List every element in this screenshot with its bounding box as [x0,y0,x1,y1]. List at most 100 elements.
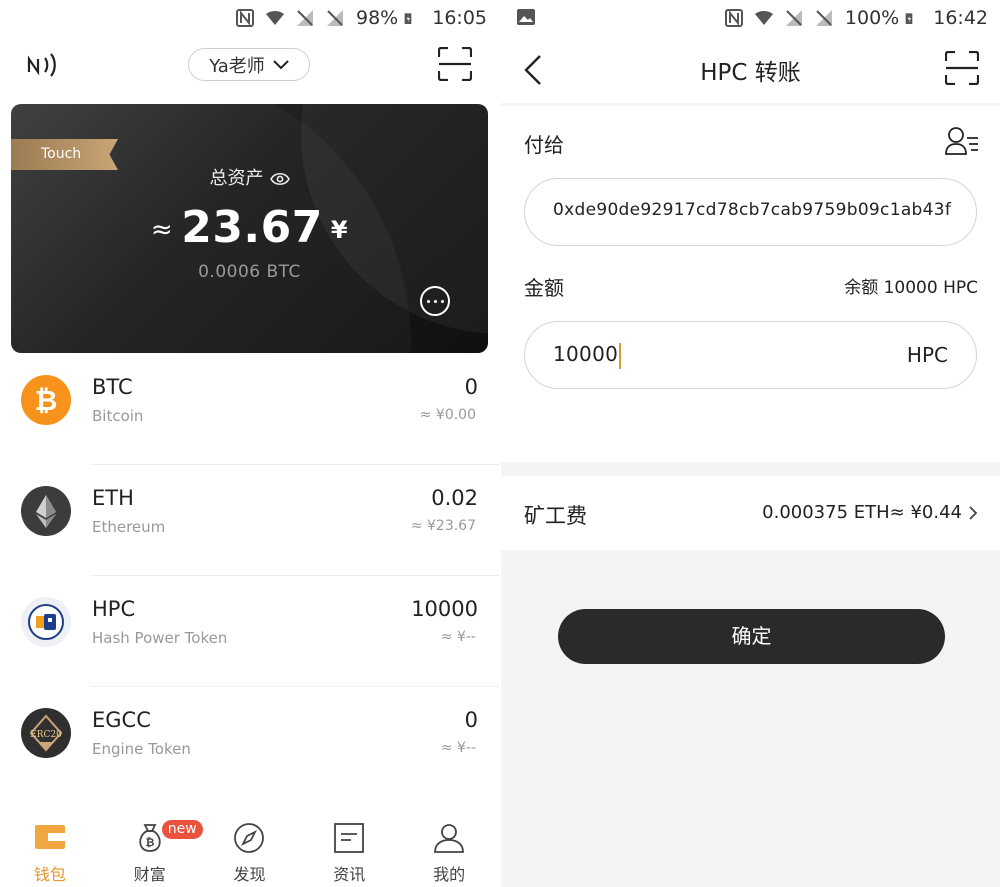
nav-label: 资讯 [333,865,366,884]
amount-label: 金额 [524,276,564,300]
account-switcher[interactable]: Ya老师 [188,48,310,81]
chevron-right-icon [969,506,978,520]
amount-input[interactable]: 10000 HPC [524,321,977,389]
fee-label: 矿工费 [524,504,587,528]
nav-wealth[interactable]: ₿ new 财富 [100,800,203,887]
nav-profile[interactable]: 我的 [399,800,499,887]
scan-icon[interactable] [438,47,472,81]
svg-text:₿: ₿ [35,384,58,417]
status-bar: 98% 16:05 [0,0,499,36]
total-assets-value: ≈23.67 ¥ [11,202,488,253]
coin-balance: 10000 [411,597,478,621]
coin-fiat-value: ≈ ¥0.00 [419,407,476,423]
total-value: 23.67 [181,202,323,253]
nav-label: 发现 [233,865,266,884]
divider [90,464,499,465]
coin-row-hpc[interactable]: HPC Hash Power Token 10000 ≈ ¥-- [0,577,499,687]
ethereum-icon [21,486,71,536]
battery-percent: 98% [356,7,399,29]
divider [90,686,499,687]
bitcoin-icon: ₿ [21,375,71,425]
contacts-icon[interactable] [945,126,979,156]
currency-symbol: ¥ [330,216,349,244]
account-name: Ya老师 [209,55,265,77]
wallet-screen: 98% 16:05 Ya老师 Touch 总资产 ≈23.67 ¥ 0.0006… [0,0,499,887]
bottom-nav: 钱包 ₿ new 财富 发现 资讯 我的 [0,800,499,887]
nav-label: 我的 [433,865,466,884]
hpc-icon [21,597,71,647]
coin-name: Bitcoin [92,407,144,425]
approx-sign: ≈ [150,215,174,245]
compass-icon [234,823,265,853]
total-btc-value: 0.0006 BTC [198,262,301,282]
amount-field: 10000 [553,342,622,369]
nfc-icon[interactable] [26,50,64,80]
transfer-header: 100% 16:42 HPC 转账 [501,0,1000,103]
divider [90,575,499,576]
nav-label: 钱包 [33,865,66,884]
wallet-icon [34,825,65,849]
nav-discover[interactable]: 发现 [200,800,300,887]
amount-unit: HPC [906,343,948,367]
coin-fiat-value: ≈ ¥-- [440,629,476,645]
no-signal-icon [815,10,832,26]
total-assets-card[interactable]: Touch 总资产 ≈23.67 ¥ 0.0006 BTC [11,104,488,353]
coin-symbol: HPC [92,597,136,621]
nfc-status-icon [724,9,743,27]
text-cursor [619,342,622,369]
erc20-icon: ERC20 [21,708,71,758]
no-signal-icon [785,10,802,26]
amount-value: 10000 [553,342,619,366]
transfer-screen: 100% 16:42 HPC 转账 付给 0xde90de92917cd78cb… [501,0,1000,887]
total-assets-text: 总资产 [209,168,264,189]
status-time: 16:42 [933,7,988,29]
battery-percent: 100% [844,7,900,29]
address-value: 0xde90de92917cd78cb7cab9759b09c1ab43f [553,200,952,220]
profile-icon [434,824,464,853]
nav-news[interactable]: 资讯 [299,800,399,887]
nfc-status-icon [236,9,254,27]
no-signal-icon [297,10,313,26]
coin-fiat-value: ≈ ¥23.67 [410,518,476,534]
nav-wallet[interactable]: 钱包 [0,800,100,887]
miner-fee-row[interactable]: 矿工费 0.000375 ETH≈ ¥0.44 [501,476,1000,550]
coin-name: Ethereum [92,518,166,536]
coin-symbol: EGCC [92,708,151,732]
balance-label: 余额 10000 HPC [844,278,978,298]
coin-symbol: BTC [92,375,133,399]
page-title: HPC 转账 [700,60,801,86]
total-assets-label: 总资产 [11,164,488,190]
coin-row-btc[interactable]: ₿ BTC Bitcoin 0 ≈ ¥0.00 [0,355,499,465]
coin-balance: 0 [464,375,478,399]
image-notification-icon [517,9,535,25]
money-bag-icon: ₿ [139,824,161,852]
scan-icon[interactable] [945,51,979,85]
eye-icon[interactable] [269,172,290,186]
coin-row-eth[interactable]: ETH Ethereum 0.02 ≈ ¥23.67 [0,466,499,576]
confirm-button[interactable]: 确定 [558,609,945,664]
fee-value: 0.000375 ETH≈ ¥0.44 [762,502,962,523]
coin-symbol: ETH [92,486,134,510]
new-badge: new [161,820,203,839]
transfer-form: 付给 0xde90de92917cd78cb7cab9759b09c1ab43f… [501,106,1000,462]
more-options-button[interactable] [420,286,450,316]
battery-charging-icon [905,13,913,24]
news-icon [334,823,365,853]
status-bar: 100% 16:42 [501,0,1000,36]
coin-balance: 0 [464,708,478,732]
coin-balance: 0.02 [431,486,478,510]
wifi-icon [266,11,284,25]
status-time: 16:05 [432,7,487,29]
pay-to-label: 付给 [524,133,564,157]
wifi-icon [754,11,773,25]
address-input[interactable]: 0xde90de92917cd78cb7cab9759b09c1ab43f [524,178,977,246]
coin-fiat-value: ≈ ¥-- [440,740,476,756]
coin-name: Hash Power Token [92,629,228,647]
nav-label: 财富 [133,865,166,884]
coin-name: Engine Token [92,740,191,758]
svg-text:ERC20: ERC20 [30,730,62,740]
battery-charging-icon [404,13,412,24]
chevron-down-icon [273,59,289,69]
coin-row-egcc[interactable]: ERC20 EGCC Engine Token 0 ≈ ¥-- [0,688,499,798]
no-signal-icon [327,10,343,26]
